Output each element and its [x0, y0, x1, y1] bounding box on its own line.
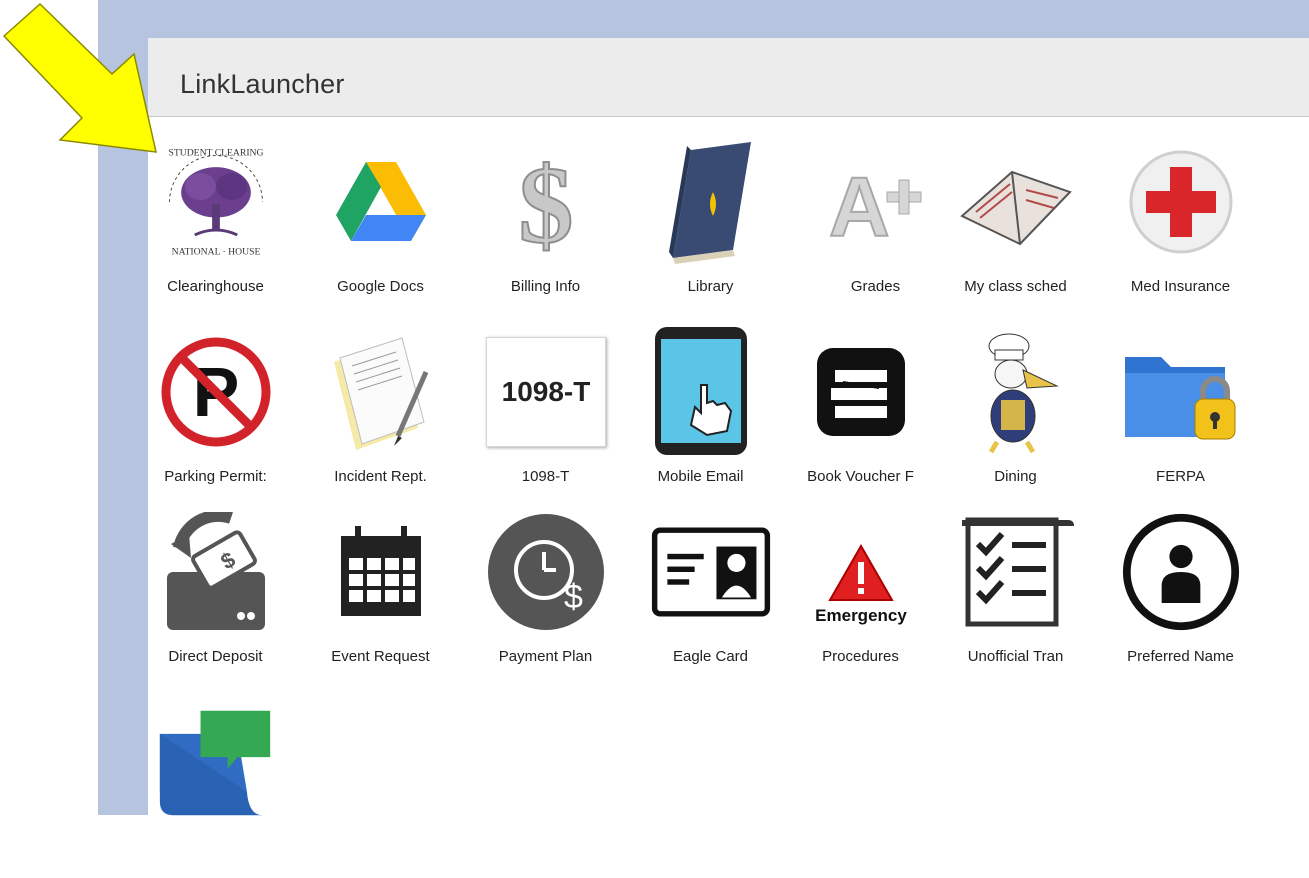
pelican-chef-icon: [956, 328, 1076, 456]
tile-payment-plan[interactable]: $ Payment Plan: [478, 508, 613, 688]
tile-event-request[interactable]: Event Request: [313, 508, 448, 688]
tile-label: Billing Info: [510, 278, 581, 295]
tile-eagle-card[interactable]: Eagle Card: [643, 508, 778, 688]
svg-text:$: $: [564, 578, 583, 616]
tile-label: Library: [687, 278, 734, 295]
tile-parking-permit[interactable]: P Parking Permit:: [148, 328, 283, 508]
warning-icon-text: Emergency: [815, 606, 907, 625]
deposit-icon: $: [156, 508, 276, 636]
id-card-icon: [651, 508, 771, 636]
tax-form-icon: 1098-T: [486, 328, 606, 456]
checklist-icon: [956, 508, 1076, 636]
frame-top: [98, 0, 1309, 38]
tile-label: My class sched: [964, 278, 1067, 295]
no-parking-icon: P: [156, 328, 276, 456]
tile-label: Google Docs: [337, 278, 424, 295]
tile-label: FERPA: [1156, 468, 1205, 485]
tile-direct-deposit[interactable]: $ Direct Deposit: [148, 508, 283, 688]
svg-text:NATIONAL · HOUSE: NATIONAL · HOUSE: [172, 246, 261, 257]
panel-header: LinkLauncher: [148, 38, 1309, 117]
tile-label: Eagle Card: [672, 648, 749, 665]
tile-google-docs[interactable]: Google Docs: [313, 138, 448, 318]
tile-label: Payment Plan: [498, 648, 593, 665]
clearinghouse-seal-icon: STUDENT CLEARING NATIONAL · HOUSE: [156, 138, 276, 266]
tile-emergency-procedures[interactable]: Emergency Procedures: [793, 508, 928, 688]
tile-label: Dining: [994, 468, 1037, 485]
linklauncher-panel: LinkLauncher STUDENT CLEARING NATIONAL ·…: [148, 38, 1309, 816]
tile-label: 1098-T: [521, 468, 570, 485]
tile-grades[interactable]: A Grades: [808, 138, 943, 318]
tile-chat[interactable]: [148, 698, 283, 878]
yellow-arrow-icon: [2, 2, 157, 153]
dollar-sign-icon: $: [486, 138, 606, 266]
tile-label: Mobile Email: [657, 468, 744, 485]
tile-label: Parking Permit:: [164, 468, 267, 485]
document-pen-icon: [321, 328, 441, 456]
tile-1098-t[interactable]: 1098-T 1098-T: [478, 328, 613, 508]
tile-unofficial-transcript[interactable]: Unofficial Tran: [948, 508, 1083, 688]
tile-label: Grades: [850, 278, 901, 295]
svg-text:A: A: [829, 160, 890, 252]
tile-class-schedule[interactable]: My class sched: [948, 138, 1083, 318]
tile-clearinghouse[interactable]: STUDENT CLEARING NATIONAL · HOUSE Cleari…: [148, 138, 283, 318]
tax-form-icon-text: 1098-T: [501, 376, 591, 407]
tile-ferpa[interactable]: FERPA: [1113, 328, 1248, 508]
books-icon: [801, 328, 921, 456]
tile-label: Direct Deposit: [168, 648, 263, 665]
red-cross-icon: [1121, 138, 1241, 266]
smartphone-icon: [641, 327, 761, 456]
tile-library[interactable]: Library: [643, 138, 778, 318]
book-icon: [651, 138, 771, 266]
tile-book-voucher[interactable]: Book Voucher F: [793, 328, 928, 508]
tile-label: Preferred Name: [1127, 648, 1234, 665]
tile-med-insurance[interactable]: Med Insurance: [1113, 138, 1248, 318]
tile-billing-info[interactable]: $ Billing Info: [478, 138, 613, 318]
svg-text:$: $: [519, 144, 574, 262]
tile-incident-report[interactable]: Incident Rept.: [313, 328, 448, 508]
warning-icon: Emergency: [801, 508, 921, 636]
open-book-icon: [956, 138, 1076, 266]
chat-folder-icon: [156, 698, 276, 826]
tile-label: Clearinghouse: [167, 278, 264, 295]
tile-label: Unofficial Tran: [967, 648, 1064, 665]
locked-folder-icon: [1121, 328, 1241, 456]
a-plus-icon: A: [816, 138, 936, 266]
tile-label: Med Insurance: [1130, 278, 1231, 295]
tile-label: Procedures: [822, 648, 899, 665]
tile-preferred-name[interactable]: Preferred Name: [1113, 508, 1248, 688]
google-drive-icon: [321, 138, 441, 266]
clock-dollar-icon: $: [486, 508, 606, 636]
calendar-icon: [321, 508, 441, 636]
tile-label: Incident Rept.: [334, 468, 427, 485]
tile-label: Event Request: [331, 648, 430, 665]
tile-dining[interactable]: Dining: [948, 328, 1083, 508]
person-circle-icon: [1121, 508, 1241, 636]
tile-mobile-email[interactable]: Mobile Email: [633, 327, 768, 508]
svg-text:STUDENT CLEARING: STUDENT CLEARING: [168, 148, 263, 159]
panel-title: LinkLauncher: [180, 69, 345, 99]
tile-label: Book Voucher F: [807, 468, 914, 485]
